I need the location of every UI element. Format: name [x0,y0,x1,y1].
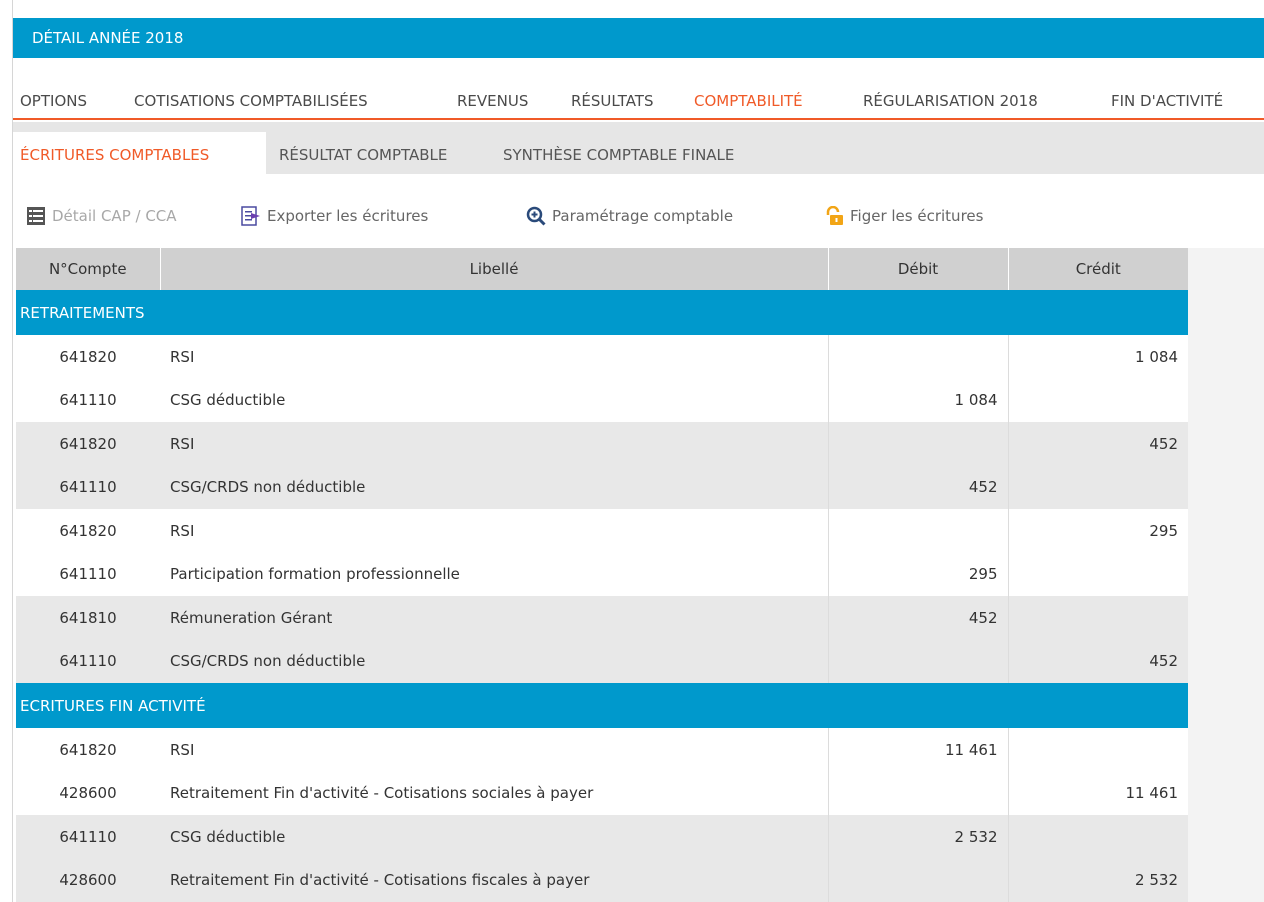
cell-account: 641810 [16,596,160,640]
cell-credit: 452 [1007,639,1188,683]
cell-credit [1007,596,1188,640]
cell-debit [827,335,1008,379]
table-row[interactable]: 641110 Participation formation profession… [16,552,1188,596]
cell-account: 641110 [16,815,160,859]
grid-empty-area [1188,248,1264,902]
freeze-entries-button[interactable]: Figer les écritures [824,204,983,228]
accounting-settings-label: Paramétrage comptable [552,207,734,225]
cell-label: CSG/CRDS non déductible [160,465,828,509]
cell-credit: 452 [1007,422,1188,466]
cell-account: 428600 [16,771,160,815]
group-row[interactable]: ECRITURES FIN ACTIVITÉ [16,683,1188,728]
tab-regularisation-2018[interactable]: RÉGULARISATION 2018 [863,84,1038,118]
table-row[interactable]: 641110 CSG/CRDS non déductible 452 [16,639,1188,683]
cell-debit [827,509,1008,553]
cell-account: 641110 [16,552,160,596]
cell-debit: 2 532 [827,815,1008,859]
group-row[interactable]: RETRAITEMENTS [16,290,1188,335]
cell-credit [1007,552,1188,596]
cell-account: 641820 [16,335,160,379]
table-row[interactable]: 641810 Rémuneration Gérant 452 [16,596,1188,640]
table-row[interactable]: 641820 RSI 1 084 [16,335,1188,379]
toolbar: Détail CAP / CCA Exporter les écritures … [13,174,1264,248]
table-row[interactable]: 641110 CSG déductible 2 532 [16,815,1188,859]
export-entries-label: Exporter les écritures [267,207,429,225]
column-header-credit[interactable]: Crédit [1008,248,1188,290]
cell-account: 641110 [16,639,160,683]
cell-account: 641820 [16,509,160,553]
cell-debit [827,858,1008,902]
cell-debit: 452 [827,596,1008,640]
detail-cap-cca-label: Détail CAP / CCA [52,207,177,225]
group-title: ECRITURES FIN ACTIVITÉ [16,683,1188,728]
export-icon [241,206,261,226]
cell-account: 428600 [16,858,160,902]
table-row[interactable]: 428600 Retraitement Fin d'activité - Coti… [16,771,1188,815]
table-header-row: N°Compte Libellé Débit Crédit [16,248,1188,290]
group-title: RETRAITEMENTS [16,290,1188,335]
accounting-settings-button[interactable]: Paramétrage comptable [526,204,733,228]
cell-account: 641820 [16,728,160,772]
table-row[interactable]: 641110 CSG déductible 1 084 [16,378,1188,422]
cell-credit: 11 461 [1007,771,1188,815]
cell-debit: 295 [827,552,1008,596]
cell-debit [827,771,1008,815]
cell-debit [827,639,1008,683]
tab-options[interactable]: OPTIONS [20,84,87,118]
window-title: DÉTAIL ANNÉE 2018 [13,18,1264,58]
cell-label: Retraitement Fin d'activité - Cotisation… [160,771,828,815]
cell-account: 641110 [16,378,160,422]
cell-label: Rémuneration Gérant [160,596,828,640]
cell-label: CSG déductible [160,378,828,422]
left-border [0,0,13,902]
cell-credit [1007,465,1188,509]
cell-label: RSI [160,335,828,379]
cell-credit [1007,728,1188,772]
table-row[interactable]: 641820 RSI 11 461 [16,728,1188,772]
cell-credit: 295 [1007,509,1188,553]
cell-credit [1007,815,1188,859]
subtab-synthese-comptable-finale[interactable]: SYNTHÈSE COMPTABLE FINALE [503,146,734,164]
detail-window: DÉTAIL ANNÉE 2018 OPTIONS COTISATIONS CO… [0,0,1264,902]
zoom-plus-icon [526,206,546,226]
cell-label: Participation formation professionnelle [160,552,828,596]
cell-credit: 2 532 [1007,858,1188,902]
cell-credit [1007,378,1188,422]
unlock-icon [824,205,844,226]
cell-debit [827,422,1008,466]
detail-cap-cca-button[interactable]: Détail CAP / CCA [26,204,177,228]
cell-account: 641110 [16,465,160,509]
table-row[interactable]: 641820 RSI 452 [16,422,1188,466]
entries-table: N°Compte Libellé Débit Crédit RETRAITEME… [16,248,1188,902]
freeze-entries-label: Figer les écritures [850,207,984,225]
tab-cotisations-comptabilisees[interactable]: COTISATIONS COMPTABILISÉES [134,84,368,118]
cell-label: RSI [160,728,828,772]
cell-label: RSI [160,422,828,466]
cell-account: 641820 [16,422,160,466]
cell-debit: 1 084 [827,378,1008,422]
table-row[interactable]: 428600 Retraitement Fin d'activité - Coti… [16,858,1188,902]
column-header-label[interactable]: Libellé [160,248,829,290]
main-tab-bar: OPTIONS COTISATIONS COMPTABILISÉES REVEN… [13,84,1264,120]
list-icon [26,206,46,226]
subtab-ecritures-comptables[interactable]: ÉCRITURES COMPTABLES [20,146,209,164]
column-header-account[interactable]: N°Compte [16,248,161,290]
tab-fin-activite[interactable]: FIN D'ACTIVITÉ [1111,84,1223,118]
cell-label: CSG déductible [160,815,828,859]
cell-credit: 1 084 [1007,335,1188,379]
tab-comptabilite[interactable]: COMPTABILITÉ [686,84,811,120]
cell-label: Retraitement Fin d'activité - Cotisation… [160,858,828,902]
tab-resultats[interactable]: RÉSULTATS [571,84,653,118]
export-entries-button[interactable]: Exporter les écritures [241,204,428,228]
cell-debit: 452 [827,465,1008,509]
cell-label: CSG/CRDS non déductible [160,639,828,683]
table-row[interactable]: 641110 CSG/CRDS non déductible 452 [16,465,1188,509]
subtab-resultat-comptable[interactable]: RÉSULTAT COMPTABLE [279,146,447,164]
tab-revenus[interactable]: REVENUS [457,84,528,118]
cell-debit: 11 461 [827,728,1008,772]
column-header-debit[interactable]: Débit [828,248,1009,290]
table-row[interactable]: 641820 RSI 295 [16,509,1188,553]
cell-label: RSI [160,509,828,553]
sub-tab-bar: ÉCRITURES COMPTABLES RÉSULTAT COMPTABLE … [13,122,1264,174]
